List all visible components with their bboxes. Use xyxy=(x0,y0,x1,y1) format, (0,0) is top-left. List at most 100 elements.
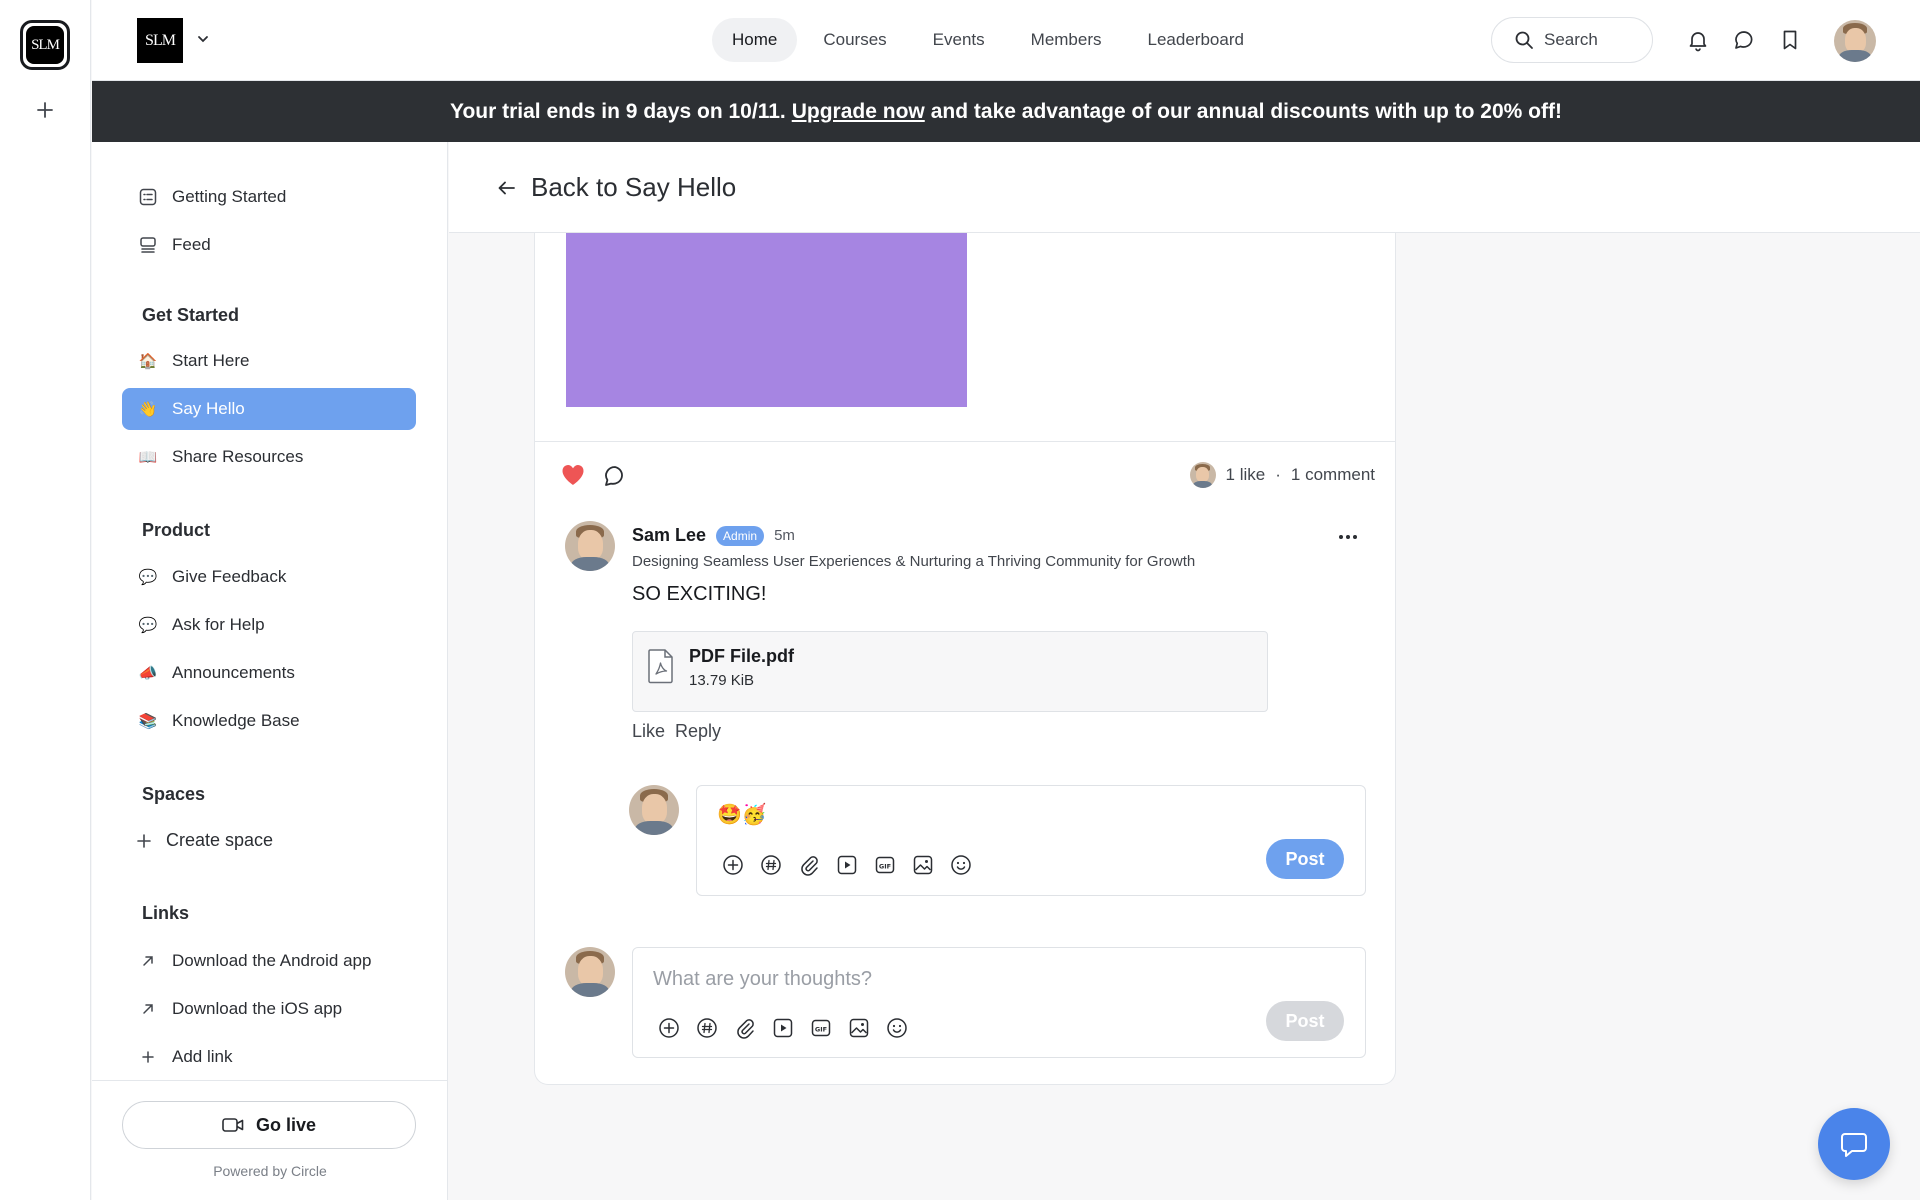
nav-tab-events[interactable]: Events xyxy=(913,18,1005,62)
sidebar-item-share-resources[interactable]: 📖 Share Resources xyxy=(122,436,416,478)
feed-icon xyxy=(138,235,158,255)
sidebar-item-announcements[interactable]: 📣 Announcements xyxy=(122,652,416,694)
paperclip-icon[interactable] xyxy=(733,1016,757,1040)
create-space-label: Create space xyxy=(166,830,274,850)
create-space-button[interactable]: Create space xyxy=(136,830,273,851)
user-avatar[interactable] xyxy=(1834,20,1876,62)
sidebar-item-say-hello[interactable]: 👋 Say Hello xyxy=(122,388,416,430)
reply-post-button[interactable]: Post xyxy=(1266,839,1344,879)
svg-text:GIF: GIF xyxy=(879,863,891,871)
post-card: 1 like · 1 comment Sam Lee Admin 5m Desi… xyxy=(534,233,1396,1085)
paperclip-icon[interactable] xyxy=(797,853,821,877)
emoji-icon[interactable] xyxy=(885,1016,909,1040)
chevron-down-icon[interactable] xyxy=(195,31,211,47)
gif-icon[interactable]: GIF xyxy=(873,853,897,877)
sidebar-item-label: Share Resources xyxy=(172,447,304,466)
gif-icon[interactable]: GIF xyxy=(809,1016,833,1040)
checklist-icon xyxy=(138,187,158,207)
sidebar-item-ask-for-help[interactable]: 💬 Ask for Help xyxy=(122,604,416,646)
support-chat-button[interactable] xyxy=(1818,1108,1890,1180)
sidebar-item-give-feedback[interactable]: 💬 Give Feedback xyxy=(122,556,416,598)
file-name: PDF File.pdf xyxy=(689,646,794,666)
sidebar: Getting Started Feed Get Started 🏠 Start… xyxy=(92,142,448,1200)
pdf-file-icon xyxy=(647,648,675,684)
section-heading-get-started: Get Started xyxy=(142,305,240,325)
sidebar-item-knowledge-base[interactable]: 📚 Knowledge Base xyxy=(122,700,416,742)
back-button[interactable]: Back to Say Hello xyxy=(497,172,736,203)
post-actions: 1 like · 1 comment xyxy=(535,441,1395,503)
sidebar-item-feed[interactable]: Feed xyxy=(122,224,416,266)
new-comment-post-button[interactable]: Post xyxy=(1266,1001,1344,1041)
like-comment-button[interactable]: Like xyxy=(632,721,665,742)
community-switcher[interactable]: SLM xyxy=(20,20,70,70)
sidebar-item-getting-started[interactable]: Getting Started xyxy=(122,176,416,218)
community-logo: SLM xyxy=(26,26,64,64)
file-attachment[interactable]: PDF File.pdf 13.79 KiB xyxy=(632,631,1268,712)
add-link-button[interactable]: Add link xyxy=(122,1036,416,1078)
main-nav: Home Courses Events Members Leaderboard xyxy=(712,18,1264,62)
chat-bubble-icon xyxy=(1841,1133,1867,1157)
add-community-icon[interactable] xyxy=(33,98,57,122)
new-comment-placeholder[interactable]: What are your thoughts? xyxy=(653,968,872,991)
post-image[interactable] xyxy=(566,233,967,407)
nav-tab-members[interactable]: Members xyxy=(1011,18,1122,62)
speech-emoji-icon: 💬 xyxy=(138,569,158,586)
reply-toolbar: GIF xyxy=(721,853,973,877)
sidebar-item-start-here[interactable]: 🏠 Start Here xyxy=(122,340,416,382)
comment-author-avatar[interactable] xyxy=(565,521,615,571)
reply-avatar xyxy=(629,785,679,835)
sidebar-item-label: Ask for Help xyxy=(172,615,265,634)
comment-body: SO EXCITING! xyxy=(632,583,767,605)
image-icon[interactable] xyxy=(911,853,935,877)
sidebar-item-label: Getting Started xyxy=(172,187,287,206)
file-size: 13.79 KiB xyxy=(689,672,755,689)
stats-separator: · xyxy=(1275,465,1281,484)
sidebar-link-android[interactable]: Download the Android app xyxy=(122,940,416,982)
hashtag-icon[interactable] xyxy=(759,853,783,877)
comments-count[interactable]: 1 comment xyxy=(1291,465,1375,485)
reply-editor[interactable]: 🤩🥳 GIF Post xyxy=(696,785,1366,896)
chat-icon[interactable] xyxy=(1732,28,1756,52)
comment-icon[interactable] xyxy=(603,464,627,488)
post-stats: 1 like · 1 comment xyxy=(1189,462,1375,488)
image-icon[interactable] xyxy=(847,1016,871,1040)
search-icon xyxy=(1515,31,1533,49)
admin-badge: Admin xyxy=(716,525,765,546)
hashtag-icon[interactable] xyxy=(695,1016,719,1040)
plus-circle-icon[interactable] xyxy=(657,1016,681,1040)
sidebar-link-label: Download the iOS app xyxy=(172,999,343,1018)
trial-text: Your trial ends in 9 days on 10/11. xyxy=(450,99,786,123)
comment-author[interactable]: Sam Lee xyxy=(632,525,706,546)
video-icon[interactable] xyxy=(835,853,859,877)
books-emoji-icon: 📚 xyxy=(138,713,158,730)
search-button[interactable]: Search xyxy=(1491,17,1653,63)
top-header: SLM Home Courses Events Members Leaderbo… xyxy=(92,0,1920,81)
bell-icon[interactable] xyxy=(1686,28,1710,52)
likes-count[interactable]: 1 like xyxy=(1226,465,1266,485)
new-comment-avatar xyxy=(565,947,615,997)
plus-circle-icon[interactable] xyxy=(721,853,745,877)
more-options-icon[interactable] xyxy=(1337,529,1359,539)
nav-tab-home[interactable]: Home xyxy=(712,18,798,62)
sidebar-link-ios[interactable]: Download the iOS app xyxy=(122,988,416,1030)
nav-tab-courses[interactable]: Courses xyxy=(803,18,906,62)
plus-icon xyxy=(138,1047,158,1067)
reply-draft[interactable]: 🤩🥳 xyxy=(717,802,767,827)
powered-by[interactable]: Powered by Circle xyxy=(92,1163,448,1179)
reply-comment-button[interactable]: Reply xyxy=(675,721,721,742)
megaphone-emoji-icon: 📣 xyxy=(138,665,158,682)
upgrade-link[interactable]: Upgrade now xyxy=(792,100,925,124)
arrow-up-right-icon xyxy=(138,999,158,1019)
bookmark-icon[interactable] xyxy=(1778,28,1802,52)
brand-logo[interactable]: SLM xyxy=(137,18,183,63)
trial-banner: Your trial ends in 9 days on 10/11. Upgr… xyxy=(92,81,1920,142)
nav-tab-leaderboard[interactable]: Leaderboard xyxy=(1128,18,1264,62)
new-comment-editor[interactable]: What are your thoughts? GIF Post xyxy=(632,947,1366,1058)
heart-icon[interactable] xyxy=(561,464,585,486)
go-live-button[interactable]: Go live xyxy=(122,1101,416,1149)
emoji-icon[interactable] xyxy=(949,853,973,877)
video-icon[interactable] xyxy=(771,1016,795,1040)
new-comment-toolbar: GIF xyxy=(657,1016,909,1040)
comment-header: Sam Lee Admin 5m xyxy=(632,525,795,546)
sidebar-item-label: Feed xyxy=(172,235,211,254)
